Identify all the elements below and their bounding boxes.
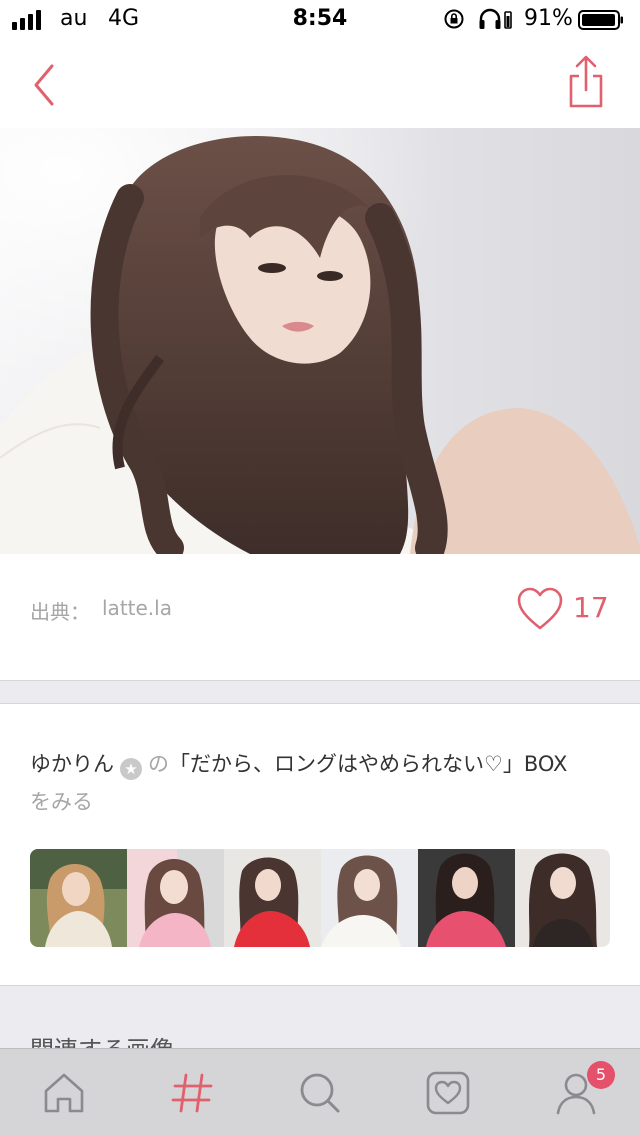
- box-possessive: の: [148, 752, 169, 776]
- box-description[interactable]: ゆかりん ★ の「だから、ロングはやめられない♡」BOX をみる: [30, 745, 620, 821]
- battery-percent: 91%: [524, 6, 573, 31]
- nav-bar: [0, 40, 640, 129]
- section-divider: [0, 680, 640, 704]
- star-badge-icon: ★: [120, 758, 142, 780]
- hero-image[interactable]: [0, 128, 640, 554]
- rotation-lock-icon: [444, 9, 464, 29]
- heart-box-icon[interactable]: [424, 1069, 472, 1117]
- status-bar: au 4G 8:54 91%: [0, 0, 640, 40]
- share-button[interactable]: [562, 54, 610, 110]
- thumbnail-image[interactable]: [30, 849, 127, 947]
- thumbnail-image[interactable]: [224, 849, 321, 947]
- headphone-icon: [479, 8, 512, 29]
- source-link[interactable]: latte.la: [102, 596, 172, 620]
- battery-icon: [578, 10, 623, 30]
- thumbnail-image[interactable]: [515, 849, 610, 947]
- app-screen: au 4G 8:54 91% 出典： latte.la 17 ゆかりん ★ の「…: [0, 0, 640, 1136]
- hashtag-icon[interactable]: [168, 1069, 216, 1117]
- thumbnail-image[interactable]: [321, 849, 418, 947]
- heart-icon: [517, 587, 563, 630]
- portrait-photo: [0, 128, 640, 554]
- search-icon[interactable]: [296, 1069, 344, 1117]
- thumbnail-image[interactable]: [127, 849, 224, 947]
- like-count: 17: [573, 591, 609, 624]
- source-label: 出典：: [30, 600, 90, 624]
- notification-badge: 5: [587, 1061, 615, 1089]
- home-icon[interactable]: [40, 1069, 88, 1117]
- related-section: 関連する画像: [0, 985, 640, 1064]
- source-row: 出典： latte.la 17: [0, 554, 640, 680]
- box-section[interactable]: ゆかりん ★ の「だから、ロングはやめられない♡」BOX をみる: [0, 703, 640, 985]
- thumbnail-image[interactable]: [418, 849, 515, 947]
- thumbnail-strip[interactable]: [30, 849, 610, 947]
- like-button[interactable]: 17: [516, 587, 612, 635]
- box-title[interactable]: 「だから、ロングはやめられない♡」BOX: [169, 752, 567, 776]
- tab-bar: [0, 1048, 640, 1136]
- back-button[interactable]: [26, 62, 66, 108]
- box-user-name[interactable]: ゆかりん: [30, 752, 114, 776]
- box-see-link[interactable]: をみる: [30, 790, 93, 814]
